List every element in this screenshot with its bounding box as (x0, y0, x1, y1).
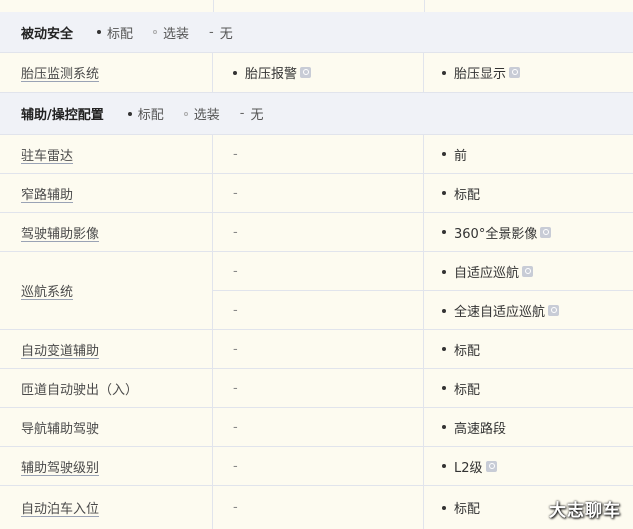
feature-label-ramp: 匝道自动驶出（入） (21, 382, 139, 398)
feature-link-assist-camera[interactable]: 驾驶辅助影像 (21, 223, 99, 242)
bullet-icon (442, 464, 446, 468)
magnifier-icon[interactable] (540, 226, 552, 238)
feature-link-tpms[interactable]: 胎压监测系统 (21, 63, 99, 82)
section-header-passive-safety: 被动安全 标配 选装 -无 (0, 12, 633, 53)
legend-optional: 选装 (183, 104, 220, 123)
bullet-icon (442, 386, 446, 390)
magnifier-icon[interactable] (300, 67, 312, 78)
bullet-icon (442, 230, 446, 234)
bullet-icon (442, 425, 446, 429)
legend-none: -无 (239, 106, 264, 123)
table-row: 驾驶辅助影像 - 360°全景影像 (0, 213, 633, 252)
table-row: 驻车雷达 - 前 (0, 135, 633, 174)
section-header-assist: 辅助/操控配置 标配 选装 -无 (0, 93, 633, 135)
table-row: 匝道自动驶出（入） - 标配 (0, 369, 633, 408)
magnifier-icon[interactable] (522, 266, 534, 277)
watermark: 大志聊车 (549, 501, 621, 521)
bullet-icon (442, 70, 446, 75)
legend-standard: 标配 (127, 104, 164, 123)
magnifier-icon[interactable] (548, 305, 560, 316)
table-row: 巡航系统 - 自适应巡航 - 全速自适应巡航 (0, 252, 633, 330)
filled-dot-icon (97, 30, 102, 34)
table-row: 辅助驾驶级别 - L2级 (0, 447, 633, 486)
bullet-icon (442, 308, 446, 313)
feature-label-nav-assist: 导航辅助驾驶 (21, 421, 100, 437)
magnifier-icon[interactable] (485, 460, 497, 472)
bullet-icon (442, 191, 446, 195)
feature-link-parking-radar[interactable]: 驻车雷达 (21, 145, 73, 164)
magnifier-icon[interactable] (509, 67, 521, 78)
legend-optional: 选装 (153, 23, 189, 42)
feature-link-assist-level[interactable]: 辅助驾驶级别 (21, 457, 99, 476)
bullet-icon (233, 70, 237, 75)
feature-link-cruise[interactable]: 巡航系统 (21, 281, 73, 300)
table-row: 窄路辅助 - 标配 (0, 174, 633, 213)
bullet-icon (442, 505, 446, 510)
table-row: 导航辅助驾驶 - 高速路段 (0, 408, 633, 447)
legend-none: -无 (209, 24, 233, 42)
hollow-dot-icon (153, 30, 158, 34)
filled-dot-icon (127, 111, 132, 116)
section-title: 辅助/操控配置 (21, 108, 104, 123)
feature-link-narrow-road[interactable]: 窄路辅助 (21, 184, 73, 203)
hollow-dot-icon (183, 111, 188, 116)
table-row: 自动变道辅助 - 标配 (0, 330, 633, 369)
table-row: 自动泊车入位 - 标配 (0, 486, 633, 529)
bullet-icon (442, 347, 446, 351)
table-row: 胎压监测系统 胎压报警 胎压显示 (0, 53, 633, 93)
bullet-icon (442, 152, 446, 156)
section-title: 被动安全 (21, 26, 74, 42)
feature-link-lane-change[interactable]: 自动变道辅助 (21, 340, 99, 359)
bullet-icon (442, 269, 446, 274)
legend-standard: 标配 (97, 23, 133, 42)
dash-icon: - (209, 24, 214, 40)
dash-icon: - (239, 106, 245, 121)
feature-link-auto-park[interactable]: 自动泊车入位 (21, 498, 99, 517)
